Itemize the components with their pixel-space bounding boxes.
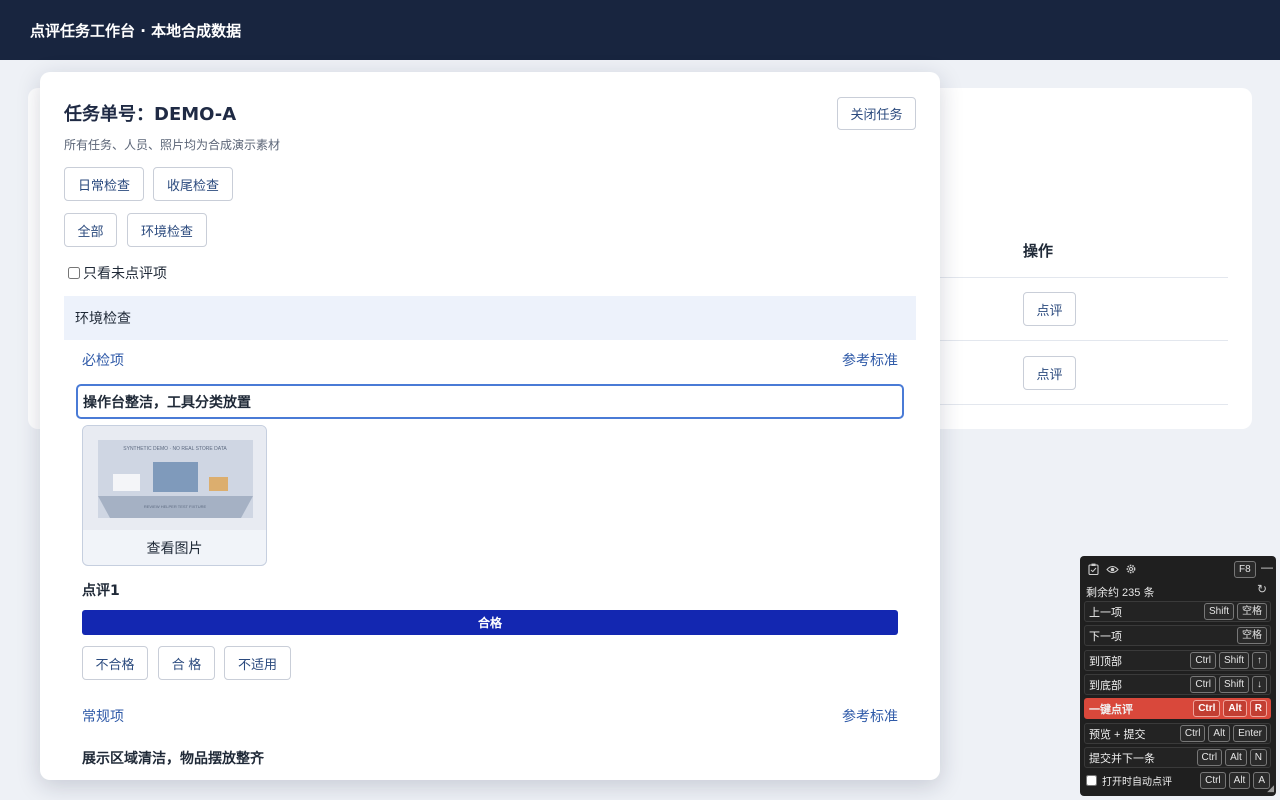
shortcut-key: Ctrl	[1200, 772, 1226, 789]
table-divider	[940, 340, 1228, 341]
shortcut-key: Enter	[1233, 725, 1267, 742]
shortcut-label: 提交并下一条	[1089, 752, 1155, 765]
only-unreviewed-checkbox[interactable]	[68, 267, 80, 279]
table-divider	[940, 404, 1228, 405]
check-item-title[interactable]: 操作台整洁，工具分类放置	[76, 384, 904, 419]
shortcut-key: Shift	[1218, 652, 1249, 669]
section-title: 环境检查	[75, 311, 131, 327]
shortcut-row-previous[interactable]: 上一项 Shift 空格	[1084, 601, 1271, 622]
group-label-required: 必检项	[82, 353, 124, 369]
refresh-icon[interactable]: ↻	[1257, 582, 1267, 596]
task-subtitle: 所有任务、人员、照片均为合成演示素材	[64, 138, 281, 152]
shortcut-key: 空格	[1237, 603, 1267, 620]
shortcut-key: 空格	[1237, 627, 1267, 644]
gear-icon[interactable]	[1124, 562, 1138, 576]
check-type-closing[interactable]: 收尾检查	[153, 167, 233, 201]
auto-review-checkbox[interactable]	[1086, 775, 1097, 786]
shortcut-row-preview-submit[interactable]: 预览 + 提交 Ctrl Alt Enter	[1084, 723, 1271, 744]
shortcut-key: Alt	[1223, 700, 1247, 717]
shortcut-key: ↑	[1252, 652, 1267, 669]
shortcut-key: Ctrl	[1190, 676, 1216, 693]
shortcut-key: Alt	[1208, 725, 1231, 742]
minimize-icon[interactable]: —	[1261, 560, 1273, 574]
shortcut-key: ↓	[1252, 676, 1267, 693]
shortcut-row-top[interactable]: 到顶部 Ctrl Shift ↑	[1084, 650, 1271, 671]
check-item-title: 展示区域清洁，物品摆放整齐	[82, 751, 264, 767]
shortcut-row-next[interactable]: 下一项 空格	[1084, 625, 1271, 646]
shortcut-key: Ctrl	[1190, 652, 1216, 669]
auto-review-label: 打开时自动点评	[1102, 777, 1172, 788]
panel-hotkey: F8	[1234, 561, 1256, 578]
eye-icon[interactable]	[1105, 562, 1119, 576]
shortcut-label: 上一项	[1089, 606, 1122, 619]
view-photo-label: 查看图片	[146, 541, 203, 557]
only-unreviewed-toggle[interactable]: 只看未点评项	[68, 263, 167, 283]
reference-standard-link[interactable]: 参考标准	[842, 350, 898, 370]
close-task-button[interactable]: 关闭任务	[837, 97, 916, 130]
app-header: 点评任务工作台 · 本地合成数据	[0, 0, 1280, 60]
check-item-title-text: 操作台整洁，工具分类放置	[83, 394, 251, 411]
shortcut-key: Ctrl	[1196, 749, 1223, 766]
remaining-count: 剩余约 235 条	[1086, 587, 1155, 599]
column-header-actions: 操作	[1023, 242, 1054, 260]
photo-thumbnail[interactable]: SYNTHETIC DEMO · NO REAL STORE DATA REVI…	[82, 425, 267, 566]
section-header: 环境检查	[64, 296, 916, 340]
shortcut-label: 一键点评	[1089, 703, 1133, 716]
review-result-bar: 合格	[82, 610, 898, 635]
clipboard-icon[interactable]	[1086, 562, 1100, 576]
shortcut-key: N	[1249, 749, 1267, 766]
option-na-button[interactable]: 不适用	[224, 646, 291, 680]
shortcut-key: Shift	[1218, 676, 1249, 693]
resize-grip-icon[interactable]: ◢	[1267, 783, 1274, 794]
auto-review-toggle[interactable]: 打开时自动点评 Ctrl Alt A	[1086, 772, 1270, 789]
shortcut-label: 预览 + 提交	[1089, 728, 1146, 741]
shortcut-key: R	[1249, 700, 1267, 717]
option-fail-button[interactable]: 不合格	[82, 646, 148, 680]
task-modal: 任务单号：DEMO-A 所有任务、人员、照片均为合成演示素材 关闭任务 日常检查…	[40, 72, 940, 780]
table-divider	[940, 277, 1228, 278]
shortcut-label: 到底部	[1089, 679, 1122, 692]
filter-environment[interactable]: 环境检查	[127, 213, 207, 247]
row-review-button[interactable]: 点评	[1023, 292, 1076, 326]
photo-caption-top: SYNTHETIC DEMO · NO REAL STORE DATA	[123, 446, 227, 452]
reference-standard-link[interactable]: 参考标准	[842, 706, 898, 726]
option-pass-button[interactable]: 合 格	[158, 646, 215, 680]
shortcut-row-submit-next[interactable]: 提交并下一条 Ctrl Alt N	[1084, 747, 1271, 768]
shortcut-key: Shift	[1203, 603, 1234, 620]
group-label-regular: 常规项	[82, 709, 124, 725]
shortcut-label: 到顶部	[1089, 655, 1122, 668]
photo-image: SYNTHETIC DEMO · NO REAL STORE DATA REVI…	[83, 426, 266, 530]
check-type-daily[interactable]: 日常检查	[64, 167, 144, 201]
shortcut-row-quick-review[interactable]: 一键点评 Ctrl Alt R	[1084, 698, 1271, 719]
filter-all[interactable]: 全部	[64, 213, 117, 247]
shortcut-row-bottom[interactable]: 到底部 Ctrl Shift ↓	[1084, 674, 1271, 695]
app-title: 点评任务工作台 · 本地合成数据	[30, 21, 242, 40]
row-review-button[interactable]: 点评	[1023, 356, 1076, 390]
shortcut-panel: F8 — 剩余约 235 条 ↻ 上一项 Shift 空格 下一项 空格 到顶部…	[1080, 556, 1276, 796]
photo-caption-bottom: REVIEW HELPER TEST FIXTURE	[144, 504, 207, 509]
shortcut-key: Ctrl	[1179, 725, 1206, 742]
shortcut-key: Alt	[1225, 749, 1247, 766]
shortcut-label: 下一项	[1089, 630, 1122, 643]
review-label: 点评1	[82, 583, 120, 599]
only-unreviewed-label: 只看未点评项	[83, 266, 167, 282]
shortcut-key: Alt	[1228, 772, 1251, 789]
task-title: 任务单号：DEMO-A	[64, 104, 237, 125]
shortcut-key: Ctrl	[1193, 700, 1221, 717]
